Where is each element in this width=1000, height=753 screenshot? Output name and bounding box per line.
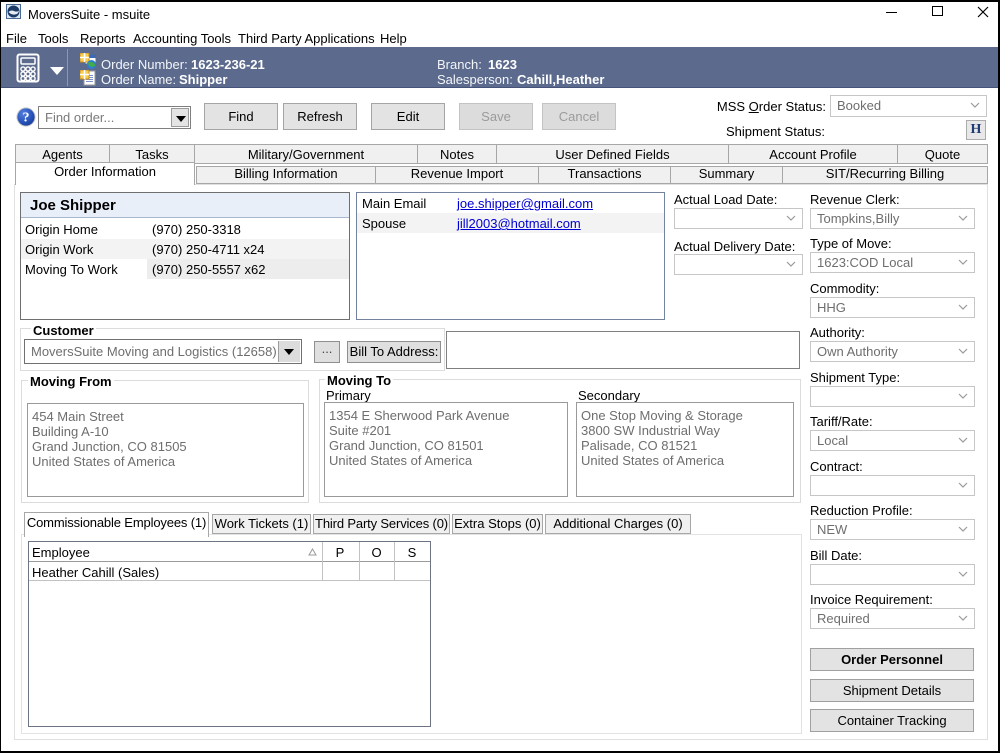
svg-text:?: ? [23, 111, 30, 126]
